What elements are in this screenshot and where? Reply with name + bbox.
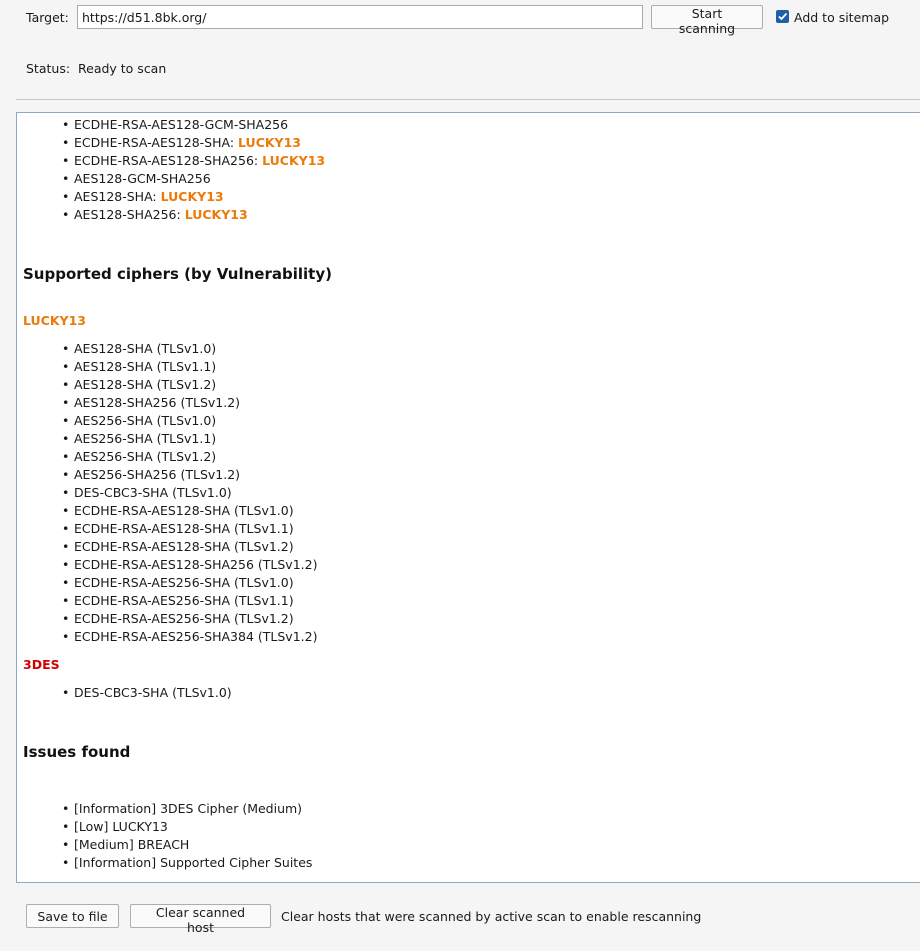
list-item: DES-CBC3-SHA (TLSv1.0) <box>17 684 920 702</box>
list-item: AES256-SHA (TLSv1.1) <box>17 430 920 448</box>
list-item: AES128-SHA256 (TLSv1.2) <box>17 394 920 412</box>
scan-toolbar: Target: Start scanning Add to sitemap St… <box>16 0 920 100</box>
vulnerability-tag: LUCKY13 <box>262 153 326 168</box>
cipher-separator: : <box>229 135 239 150</box>
target-label: Target: <box>26 10 69 25</box>
start-scanning-button[interactable]: Start scanning <box>651 5 763 36</box>
target-url-input[interactable] <box>77 5 643 29</box>
status-label: Status: <box>26 61 71 76</box>
list-item: AES256-SHA (TLSv1.2) <box>17 448 920 466</box>
cipher-name: AES128-SHA <box>74 189 153 204</box>
list-item: [Low] LUCKY13 <box>17 818 920 836</box>
list-item: ECDHE-RSA-AES128-SHA (TLSv1.0) <box>17 502 920 520</box>
list-item: [Medium] BREACH <box>17 836 920 854</box>
cipher-separator: : <box>253 153 263 168</box>
list-item: AES128-SHA (TLSv1.0) <box>17 340 920 358</box>
cipher-name: AES128-GCM-SHA256 <box>74 171 211 186</box>
list-item: [Information] Supported Cipher Suites <box>17 854 920 872</box>
3des-cipher-list: DES-CBC3-SHA (TLSv1.0) <box>17 684 920 702</box>
status-value: Ready to scan <box>78 61 167 76</box>
lucky13-cipher-list: AES128-SHA (TLSv1.0)AES128-SHA (TLSv1.1)… <box>17 340 920 646</box>
clear-hosts-hint: Clear hosts that were scanned by active … <box>281 909 702 924</box>
list-item: [Information] 3DES Cipher (Medium) <box>17 800 920 818</box>
cipher-name: AES128-SHA256 <box>74 207 177 222</box>
list-item: ECDHE-RSA-AES256-SHA384 (TLSv1.2) <box>17 628 920 646</box>
checkmark-icon <box>778 12 788 21</box>
vulnerability-tag: LUCKY13 <box>160 189 224 204</box>
lucky13-heading: LUCKY13 <box>23 313 86 328</box>
vulnerability-tag: LUCKY13 <box>184 207 248 222</box>
cipher-name: ECDHE-RSA-AES128-GCM-SHA256 <box>74 117 289 132</box>
list-item: AES256-SHA256 (TLSv1.2) <box>17 466 920 484</box>
cipher-name: ECDHE-RSA-AES128-SHA256 <box>74 153 254 168</box>
list-item: AES128-SHA (TLSv1.1) <box>17 358 920 376</box>
list-item: ECDHE-RSA-AES256-SHA (TLSv1.1) <box>17 592 920 610</box>
add-to-sitemap-checkbox[interactable] <box>776 10 789 23</box>
list-item: ECDHE-RSA-AES128-SHA (TLSv1.1) <box>17 520 920 538</box>
list-item: ECDHE-RSA-AES128-SHA (TLSv1.2) <box>17 538 920 556</box>
cipher-item: AES128-SHA256: LUCKY13 <box>17 206 920 224</box>
list-item: AES256-SHA (TLSv1.0) <box>17 412 920 430</box>
cipher-item: AES128-GCM-SHA256 <box>17 170 920 188</box>
cipher-name: ECDHE-RSA-AES128-SHA <box>74 135 230 150</box>
list-item: AES128-SHA (TLSv1.2) <box>17 376 920 394</box>
3des-heading: 3DES <box>23 657 60 672</box>
cipher-item: AES128-SHA: LUCKY13 <box>17 188 920 206</box>
add-to-sitemap-label: Add to sitemap <box>794 10 890 25</box>
issues-heading: Issues found <box>23 743 131 761</box>
by-vulnerability-heading: Supported ciphers (by Vulnerability) <box>23 265 332 283</box>
top-cipher-list: ECDHE-RSA-AES128-GCM-SHA256 ECDHE-RSA-AES… <box>17 116 920 224</box>
cipher-item: ECDHE-RSA-AES128-SHA256: LUCKY13 <box>17 152 920 170</box>
list-item: ECDHE-RSA-AES256-SHA (TLSv1.2) <box>17 610 920 628</box>
cipher-item: ECDHE-RSA-AES128-GCM-SHA256 <box>17 116 920 134</box>
list-item: ECDHE-RSA-AES128-SHA256 (TLSv1.2) <box>17 556 920 574</box>
cipher-separator: : <box>152 189 161 204</box>
cipher-separator: : <box>176 207 185 222</box>
results-panel[interactable]: ECDHE-RSA-AES128-GCM-SHA256 ECDHE-RSA-AES… <box>16 112 920 883</box>
clear-scanned-host-button[interactable]: Clear scanned host <box>130 904 271 935</box>
issues-list: [Information] 3DES Cipher (Medium)[Low] … <box>17 800 920 872</box>
vulnerability-tag: LUCKY13 <box>238 135 302 150</box>
cipher-item: ECDHE-RSA-AES128-SHA: LUCKY13 <box>17 134 920 152</box>
save-to-file-button[interactable]: Save to file <box>26 904 119 928</box>
list-item: DES-CBC3-SHA (TLSv1.0) <box>17 484 920 502</box>
list-item: ECDHE-RSA-AES256-SHA (TLSv1.0) <box>17 574 920 592</box>
